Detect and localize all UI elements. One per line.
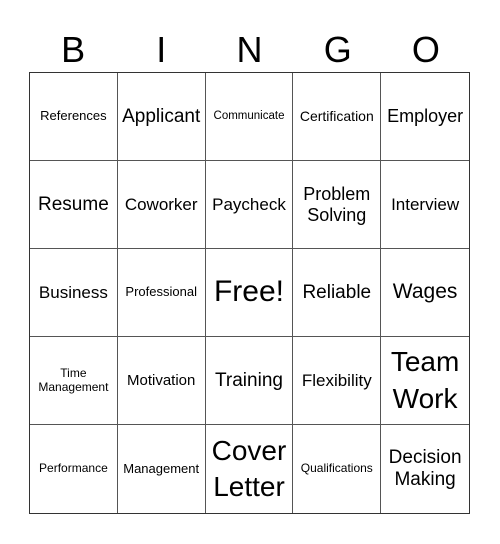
cell-text: Time Management	[38, 365, 109, 394]
bingo-cell[interactable]: Time Management	[30, 337, 118, 425]
bingo-cell[interactable]: Training	[205, 337, 294, 425]
cell-text: Decision Making	[388, 447, 462, 490]
bingo-cell[interactable]: Management	[118, 425, 206, 513]
header-letter-g: G	[323, 29, 352, 70]
bingo-cell[interactable]: Performance	[30, 425, 118, 513]
bingo-cell[interactable]: Interview	[381, 161, 469, 249]
cell-text: Qualifications	[300, 461, 373, 476]
cell-text: Free!	[213, 275, 284, 309]
cell-text: Problem Solving	[303, 183, 371, 225]
bingo-cell[interactable]: Flexibility	[293, 337, 382, 425]
cell-text: Interview	[391, 194, 460, 214]
bingo-cell[interactable]: Professional	[117, 249, 206, 337]
header-letter-n: N	[236, 29, 263, 70]
bingo-cell[interactable]: References	[30, 73, 118, 161]
cell-text: Reliable	[302, 281, 372, 303]
bingo-cell[interactable]: Paycheck	[205, 161, 294, 249]
cell-text: Professional	[125, 284, 197, 300]
cell-text: Coworker	[124, 194, 198, 214]
cell-text: Paycheck	[212, 194, 286, 214]
cell-text: Certification	[299, 108, 374, 125]
cell-text: Performance	[39, 461, 108, 476]
header-letter-o: O	[411, 29, 440, 70]
cell-text: Employer	[387, 106, 464, 127]
header-letter-i: I	[156, 29, 167, 70]
bingo-cell[interactable]: Wages	[381, 249, 469, 337]
bingo-cell[interactable]: Cover Letter	[206, 425, 294, 513]
cell-text: Training	[215, 369, 283, 391]
bingo-cell[interactable]: Applicant	[117, 73, 206, 161]
bingo-cell[interactable]: Motivation	[117, 337, 206, 425]
bingo-header: B I N G O	[29, 28, 470, 72]
bingo-grid: References Applicant Communicate Certifi…	[29, 72, 470, 514]
bingo-cell[interactable]: Resume	[30, 161, 118, 249]
cell-text: Management	[123, 460, 200, 476]
bingo-cell[interactable]: Coworker	[117, 161, 206, 249]
cell-text: Motivation	[127, 371, 196, 389]
free-space-cell[interactable]: Free!	[205, 249, 294, 337]
cell-text: Wages	[392, 280, 458, 304]
bingo-cell[interactable]: Problem Solving	[293, 161, 382, 249]
bingo-cell[interactable]: Communicate	[205, 73, 294, 161]
cell-text: Business	[38, 282, 108, 302]
cell-text: Applicant	[122, 105, 201, 127]
bingo-cell[interactable]: Reliable	[293, 249, 382, 337]
bingo-cell[interactable]: Qualifications	[293, 425, 382, 513]
bingo-cell[interactable]: Business	[30, 249, 118, 337]
cell-text: Cover Letter	[211, 434, 287, 502]
bingo-cell[interactable]: Team Work	[381, 337, 469, 425]
bingo-cell[interactable]: Employer	[381, 73, 469, 161]
cell-text: Flexibility	[301, 370, 372, 390]
bingo-cell[interactable]: Certification	[293, 73, 382, 161]
bingo-cell[interactable]: Decision Making	[381, 425, 469, 513]
cell-text: Resume	[38, 193, 109, 215]
cell-text: Communicate	[213, 109, 285, 122]
cell-text: Team Work	[390, 346, 460, 414]
header-letter-b: B	[61, 29, 86, 70]
cell-text: References	[40, 108, 107, 124]
